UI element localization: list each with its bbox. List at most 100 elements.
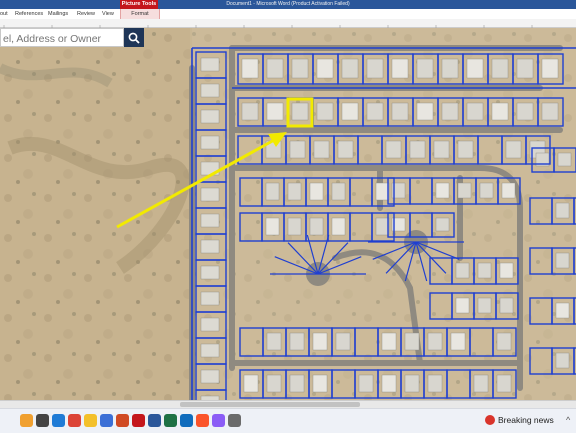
tab-layout[interactable]: out (0, 9, 8, 19)
house (433, 140, 450, 159)
house (341, 58, 359, 79)
snip-icon[interactable] (212, 414, 225, 427)
powerpoint-icon[interactable] (116, 414, 129, 427)
house (491, 58, 509, 79)
house (441, 102, 459, 121)
house (200, 265, 220, 280)
house (316, 58, 334, 79)
parcel-map-image[interactable] (0, 28, 576, 400)
house (337, 140, 354, 159)
house (477, 262, 492, 279)
house (358, 374, 374, 393)
house (541, 58, 559, 79)
house (404, 332, 420, 351)
house (416, 58, 434, 79)
chevron-up-icon[interactable]: ^ (566, 414, 570, 427)
search-icon (128, 32, 140, 44)
settings-icon[interactable] (228, 414, 241, 427)
house (505, 140, 522, 159)
house (391, 58, 409, 79)
house (496, 332, 512, 351)
file-explorer-icon[interactable] (84, 414, 97, 427)
search-box[interactable] (0, 28, 124, 48)
horizontal-ruler[interactable] (0, 19, 576, 32)
house (200, 109, 220, 124)
house (496, 374, 512, 393)
house (200, 187, 220, 202)
tab-review[interactable]: Review (77, 9, 95, 19)
house (200, 239, 220, 254)
house (499, 297, 514, 314)
house (457, 140, 474, 159)
house (243, 374, 259, 393)
news-icon[interactable] (485, 415, 495, 425)
house (289, 374, 305, 393)
acrobat-icon[interactable] (132, 414, 145, 427)
house (381, 374, 397, 393)
house (266, 102, 284, 121)
copilot-icon[interactable] (20, 414, 33, 427)
outlook-icon[interactable] (180, 414, 193, 427)
word-icon[interactable] (148, 414, 161, 427)
news-widget-label[interactable]: Breaking news (498, 414, 554, 427)
brave-icon[interactable] (196, 414, 209, 427)
house (241, 58, 259, 79)
house (200, 291, 220, 306)
house (200, 83, 220, 98)
house (366, 58, 384, 79)
tab-view[interactable]: View (102, 9, 114, 19)
house (466, 102, 484, 121)
search-icon[interactable] (36, 414, 49, 427)
store-icon[interactable] (100, 414, 113, 427)
house (473, 374, 489, 393)
house (516, 102, 534, 121)
house (501, 182, 516, 199)
house (441, 58, 459, 79)
house (404, 374, 420, 393)
scrollbar-thumb[interactable] (180, 402, 360, 407)
tab-mailings[interactable]: Mailings (48, 9, 68, 19)
house (385, 140, 402, 159)
house (266, 58, 284, 79)
house (335, 332, 351, 351)
house (455, 262, 470, 279)
house (466, 58, 484, 79)
house (409, 140, 426, 159)
house (479, 182, 494, 199)
house (341, 102, 359, 121)
house (287, 217, 302, 236)
tab-format[interactable]: Format (120, 9, 160, 19)
picture-tools-label: Picture Tools (120, 0, 158, 9)
house (291, 102, 309, 121)
house (555, 302, 570, 319)
chrome-icon[interactable] (68, 414, 81, 427)
excel-icon[interactable] (164, 414, 177, 427)
house (375, 217, 390, 236)
house (266, 374, 282, 393)
house (200, 213, 220, 228)
house (331, 182, 346, 201)
house (555, 202, 570, 219)
house (200, 369, 220, 384)
house (316, 102, 334, 121)
edge-icon[interactable] (52, 414, 65, 427)
house (457, 182, 472, 199)
house (557, 152, 572, 167)
house (200, 317, 220, 332)
house (265, 217, 280, 236)
house (416, 102, 434, 121)
tab-references[interactable]: References (15, 9, 43, 19)
house (391, 102, 409, 121)
house (516, 58, 534, 79)
house (200, 57, 220, 72)
house (266, 332, 282, 351)
house (555, 352, 570, 369)
search-button[interactable] (124, 28, 144, 47)
document-canvas[interactable] (0, 28, 576, 400)
house (381, 332, 397, 351)
house (309, 217, 324, 236)
taskbar: Breaking news ^ (0, 408, 576, 433)
search-input[interactable] (1, 30, 121, 48)
house (477, 297, 492, 314)
house (313, 140, 330, 159)
